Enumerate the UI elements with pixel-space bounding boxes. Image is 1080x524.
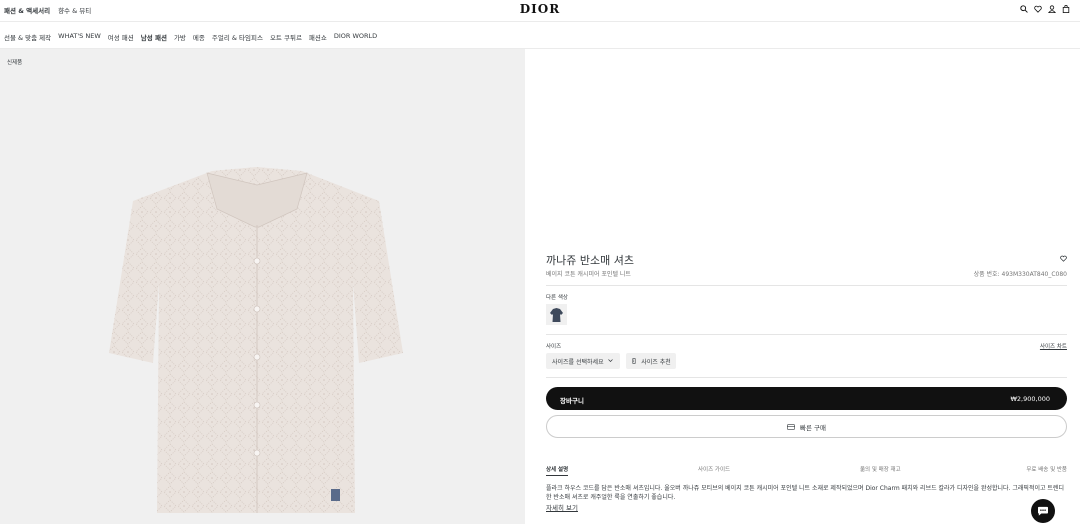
add-to-cart-label: 장바구니	[560, 397, 584, 405]
tab-size-guide[interactable]: 사이즈 가이드	[698, 465, 730, 473]
product-reference: 상품 번호: 493M330AT840_C080	[973, 271, 1067, 278]
size-label: 사이즈	[546, 344, 562, 350]
quick-buy-label: 빠른 구매	[800, 423, 826, 432]
wishlist-heart-icon[interactable]	[1060, 255, 1067, 262]
divider	[546, 334, 1067, 335]
size-recommend-button[interactable]: 사이즈 추천	[626, 353, 676, 369]
category-fashion-show[interactable]: 패션쇼	[309, 32, 327, 42]
product-detail-panel: 까나쥬 반소매 셔츠 베이지 코튼 캐시미어 포인텔 니트 상품 번호: 493…	[546, 0, 1067, 524]
category-haute-couture[interactable]: 오트 쿠튀르	[270, 32, 302, 42]
category-maison[interactable]: 메종	[193, 32, 205, 42]
add-to-cart-button[interactable]: 장바구니 ₩2,900,000	[546, 387, 1067, 410]
category-nav: 선물 & 맞춤 제작 WHAT'S NEW 여성 패션 남성 패션 가방 메종 …	[4, 32, 377, 42]
product-price: ₩2,900,000	[1010, 395, 1050, 403]
size-chart-link[interactable]: 사이즈 차트	[1040, 342, 1067, 350]
product-description: 플라크 하우스 코드를 담은 반소매 셔츠입니다. 울오버 까나쥬 모티브의 베…	[546, 485, 1064, 501]
category-women[interactable]: 여성 패션	[108, 32, 134, 42]
category-gifts[interactable]: 선물 & 맞춤 제작	[4, 32, 51, 42]
top-nav-item-beauty[interactable]: 향수 & 뷰티	[58, 5, 91, 15]
other-colors-label: 다른 색상	[546, 295, 568, 301]
top-nav-item-fashion[interactable]: 패션 & 액세서리	[4, 5, 50, 15]
card-icon	[787, 423, 795, 430]
color-swatch-navy[interactable]	[546, 304, 567, 325]
category-whats-new[interactable]: WHAT'S NEW	[58, 32, 101, 42]
tab-store-stock[interactable]: 옮의 및 매장 재고	[860, 465, 901, 473]
product-shirt-image[interactable]	[107, 163, 403, 519]
chat-button[interactable]	[1031, 499, 1055, 523]
new-tag: 신제품	[7, 60, 23, 66]
size-recommend-label: 사이즈 추천	[641, 358, 671, 366]
product-subtitle: 베이지 코튼 캐시미어 포인텔 니트	[546, 271, 631, 278]
divider	[546, 285, 1067, 286]
chevron-down-icon	[608, 359, 613, 362]
category-bags[interactable]: 가방	[174, 32, 186, 42]
read-more-link[interactable]: 자세히 보기	[546, 502, 578, 512]
chat-bubble-icon	[1038, 506, 1048, 516]
category-men[interactable]: 남성 패션	[141, 32, 167, 42]
ruler-icon	[632, 358, 636, 364]
tab-description[interactable]: 상세 설명	[546, 465, 569, 476]
tab-shipping[interactable]: 무료 배송 및 반품	[1026, 465, 1067, 473]
quick-buy-button[interactable]: 빠른 구매	[546, 415, 1067, 438]
product-image-pane: 신제품	[0, 49, 525, 524]
size-select[interactable]: 사이즈를 선택하세요	[546, 353, 620, 369]
divider	[546, 377, 1067, 378]
info-tabs: 상세 설명 사이즈 가이드 옮의 및 매장 재고 무료 배송 및 반품	[546, 465, 1067, 477]
category-jewelry[interactable]: 주얼리 & 타임피스	[212, 32, 263, 42]
size-select-label: 사이즈를 선택하세요	[552, 358, 604, 366]
category-dior-world[interactable]: DIOR WORLD	[334, 32, 377, 42]
top-nav: 패션 & 액세서리 향수 & 뷰티	[4, 5, 91, 15]
product-title: 까나쥬 반소매 셔츠	[546, 254, 634, 267]
